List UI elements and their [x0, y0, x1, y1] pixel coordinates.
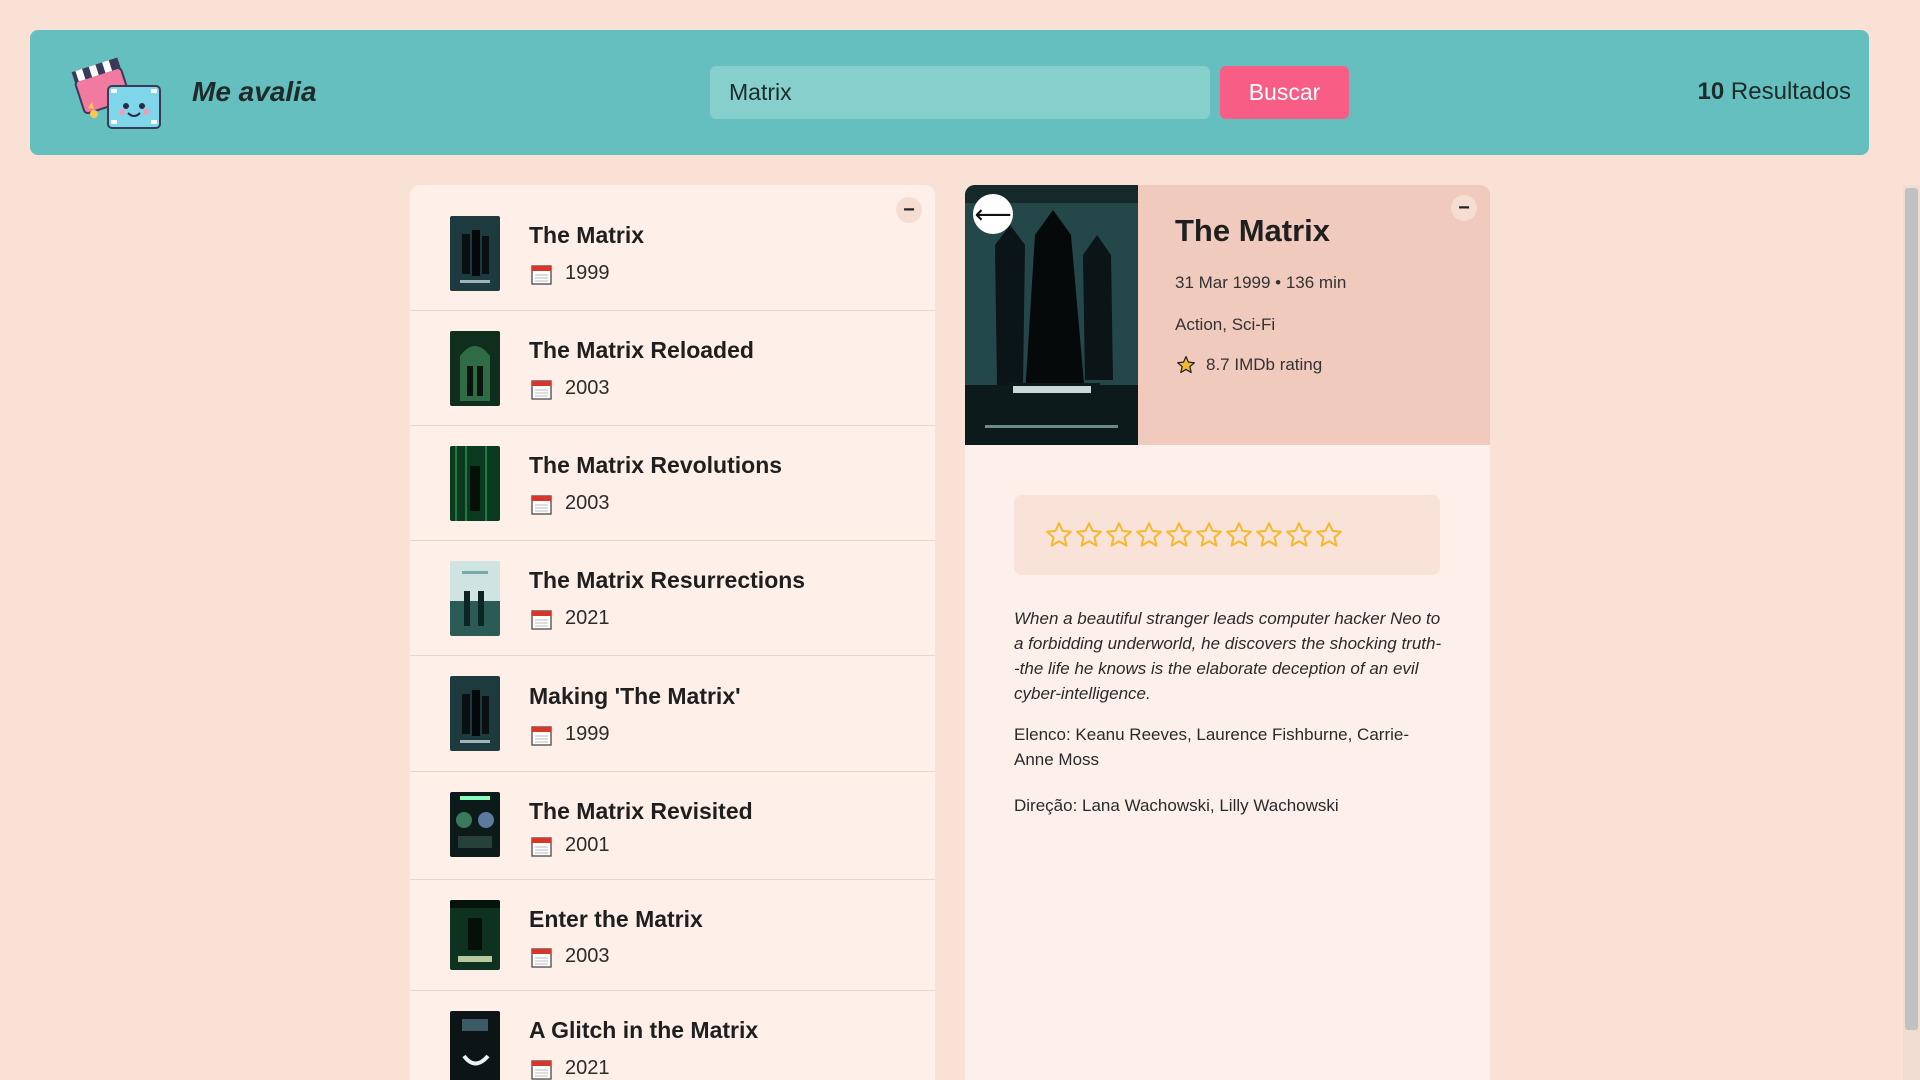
release-date-runtime: 31 Mar 1999 • 136 min: [1175, 273, 1347, 292]
movie-cast: Elenco: Keanu Reeves, Laurence Fishburne…: [1014, 725, 1409, 769]
movie-year: 2021: [565, 1057, 610, 1079]
brand-name: Me avalia: [192, 76, 317, 107]
search-button[interactable]: Buscar: [1220, 66, 1349, 119]
movie-title: A Glitch in the Matrix: [529, 1017, 759, 1043]
list-item[interactable]: The Matrix Revisited 2001: [410, 772, 935, 880]
list-item[interactable]: The Matrix Reloaded 2003: [410, 311, 935, 426]
calendar-icon: [531, 837, 552, 857]
list-item[interactable]: The Matrix Revolutions 2003: [410, 426, 935, 541]
back-arrow-button[interactable]: ⟵: [973, 194, 1013, 234]
movie-poster-thumbnail: [450, 900, 500, 970]
rating-star-icon[interactable]: [1164, 520, 1194, 550]
movie-poster-thumbnail: [450, 561, 500, 636]
movie-year: 1999: [565, 262, 610, 284]
rating-star-icon[interactable]: [1254, 520, 1284, 550]
movie-poster-thumbnail: [450, 331, 500, 406]
movie-year: 1999: [565, 723, 610, 745]
calendar-icon: [531, 265, 552, 285]
calendar-icon: [531, 495, 552, 515]
results-count: 10 Resultados: [1698, 78, 1851, 106]
results-label: Resultados: [1724, 78, 1851, 105]
rating-star-icon[interactable]: [1194, 520, 1224, 550]
movie-director: Direção: Lana Wachowski, Lilly Wachowski: [1014, 796, 1339, 815]
movie-title: The Matrix Resurrections: [529, 567, 806, 593]
movie-detail-panel: ⟵ − The Matrix 31 Mar 1999 • 136 min Act…: [965, 185, 1490, 1080]
rating-star-icon[interactable]: [1224, 520, 1254, 550]
movie-genres: Action, Sci-Fi: [1175, 315, 1276, 334]
results-number: 10: [1697, 78, 1725, 105]
page-scrollbar-thumb[interactable]: [1905, 188, 1918, 1030]
list-item[interactable]: A Glitch in the Matrix 2021: [410, 991, 935, 1080]
rating-star-icon[interactable]: [1314, 520, 1344, 550]
app-header: Me avalia Buscar 10 Resultados: [30, 30, 1869, 155]
list-item[interactable]: Making 'The Matrix' 1999: [410, 656, 935, 772]
list-item[interactable]: Enter the Matrix 2003: [410, 880, 935, 991]
movie-year: 2001: [565, 834, 610, 856]
search-input[interactable]: [710, 66, 1210, 119]
movie-title: Making 'The Matrix': [529, 683, 741, 709]
user-rating-stars: [1014, 495, 1440, 575]
imdb-rating-text: 8.7 IMDb rating: [1206, 355, 1323, 374]
calendar-icon: [531, 610, 552, 630]
results-list: − The Matrix 1999 The Matrix Reloaded 20…: [410, 185, 935, 1080]
star-icon: [1177, 356, 1195, 374]
movie-poster-thumbnail: [450, 1011, 500, 1080]
list-item[interactable]: The Matrix Resurrections 2021: [410, 541, 935, 656]
calendar-icon: [531, 1060, 552, 1080]
list-item[interactable]: The Matrix 1999: [410, 185, 935, 311]
movie-title: The Matrix: [529, 222, 645, 248]
rating-star-icon[interactable]: [1284, 520, 1314, 550]
movie-poster-thumbnail: [450, 792, 500, 857]
rating-star-icon[interactable]: [1104, 520, 1134, 550]
calendar-icon: [531, 726, 552, 746]
movie-title: The Matrix Revolutions: [529, 452, 783, 478]
rating-star-icon[interactable]: [1074, 520, 1104, 550]
movie-year: 2003: [565, 492, 610, 514]
calendar-icon: [531, 380, 552, 400]
calendar-icon: [531, 948, 552, 968]
movie-year: 2021: [565, 607, 610, 629]
movie-poster-thumbnail: [450, 446, 500, 521]
movie-poster-thumbnail: [450, 216, 500, 291]
movie-plot: When a beautiful stranger leads computer…: [1014, 609, 1442, 703]
movie-title: The Matrix Reloaded: [529, 337, 754, 363]
movie-title: The Matrix Revisited: [529, 798, 753, 824]
collapse-detail-button[interactable]: −: [1451, 195, 1477, 221]
movie-title: The Matrix: [1175, 213, 1331, 248]
rating-star-icon[interactable]: [1134, 520, 1164, 550]
detail-header: ⟵ − The Matrix 31 Mar 1999 • 136 min Act…: [965, 185, 1490, 445]
clapperboard-logo[interactable]: [70, 52, 182, 134]
movie-year: 2003: [565, 945, 610, 967]
movie-year: 2003: [565, 377, 610, 399]
movie-title: Enter the Matrix: [529, 906, 703, 932]
rating-star-icon[interactable]: [1044, 520, 1074, 550]
imdb-rating: 8.7 IMDb rating: [1176, 355, 1322, 375]
movie-poster-thumbnail: [450, 676, 500, 751]
